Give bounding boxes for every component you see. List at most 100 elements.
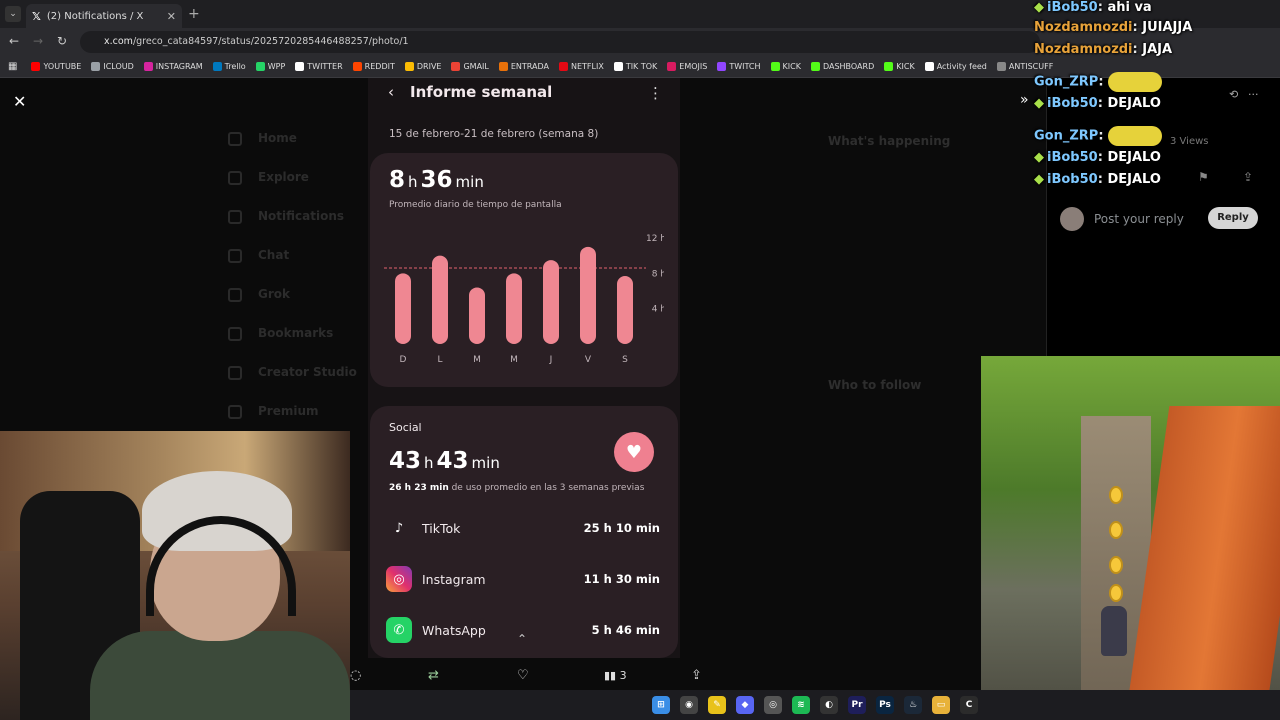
bookmark-item[interactable]: TIK TOK bbox=[613, 62, 657, 71]
chat-text: DEJALO bbox=[1107, 150, 1161, 165]
bookmark-favicon-icon bbox=[451, 62, 461, 71]
y-tick-label: 12 h bbox=[646, 234, 664, 244]
bookmark-item[interactable]: YOUTUBE bbox=[31, 62, 81, 71]
scroll-up-icon[interactable]: ⌃ bbox=[517, 632, 527, 646]
chat-username: Gon_ZRP bbox=[1034, 128, 1099, 144]
sidebar-item[interactable]: Explore bbox=[258, 170, 309, 184]
bookmark-item[interactable]: Trello bbox=[212, 62, 246, 71]
ccleaner-icon[interactable]: C bbox=[960, 696, 978, 714]
app-row-tiktok[interactable]: ♪ TikTok 25 h 10 min bbox=[386, 515, 660, 541]
reply-button[interactable]: Reply bbox=[1208, 207, 1258, 229]
views-button[interactable]: ▮▮ 3 bbox=[604, 669, 627, 682]
repost-icon[interactable]: ⇄ bbox=[428, 668, 439, 683]
sidebar-item[interactable]: Creator Studio bbox=[258, 365, 357, 379]
bookmark-item[interactable]: REDDIT bbox=[352, 62, 395, 71]
x-tick-label: L bbox=[437, 355, 442, 365]
chat-separator: : bbox=[1097, 96, 1108, 111]
bookmark-icon[interactable]: ⚑ bbox=[1198, 170, 1209, 184]
bookmark-item[interactable]: KICK bbox=[884, 62, 915, 71]
reply-input[interactable]: Post your reply bbox=[1094, 212, 1184, 226]
bookmark-item[interactable]: WPP bbox=[255, 62, 285, 71]
close-icon[interactable]: ✕ bbox=[13, 92, 26, 111]
app-name: WhatsApp bbox=[422, 622, 486, 638]
close-tab-icon[interactable]: ✕ bbox=[167, 10, 176, 23]
share-icon[interactable]: ⇪ bbox=[691, 668, 702, 683]
share-icon-panel[interactable]: ⇪ bbox=[1243, 170, 1253, 184]
person-shirt bbox=[90, 631, 350, 720]
back-arrow-icon[interactable]: ‹ bbox=[388, 83, 394, 101]
more-options-icon[interactable]: ⋮ bbox=[648, 84, 663, 102]
obs-icon[interactable]: ◐ bbox=[820, 696, 838, 714]
bookmark-item[interactable]: EMOJIS bbox=[667, 62, 707, 71]
bookmark-item[interactable]: Activity feed bbox=[924, 62, 987, 71]
bookmark-item[interactable]: GMAIL bbox=[451, 62, 489, 71]
bookmark-item[interactable]: INSTAGRAM bbox=[143, 62, 203, 71]
file-explorer-icon[interactable]: ▭ bbox=[932, 696, 950, 714]
sidebar-item[interactable]: Bookmarks bbox=[258, 326, 333, 340]
bookmark-label: TWITCH bbox=[729, 62, 761, 71]
app-row-instagram[interactable]: ◎ Instagram 11 h 30 min bbox=[386, 566, 660, 592]
sticky-notes-icon[interactable]: ✎ bbox=[708, 696, 726, 714]
bookmark-item[interactable]: ENTRADA bbox=[498, 62, 549, 71]
forward-icon[interactable]: → bbox=[33, 34, 43, 48]
bookmark-item[interactable]: DASHBOARD bbox=[810, 62, 874, 71]
tab-search-button[interactable]: ⌄ bbox=[5, 6, 21, 22]
bar-4 bbox=[543, 260, 559, 344]
app-icon[interactable]: ◎ bbox=[764, 696, 782, 714]
chat-username: Gon_ZRP bbox=[1034, 74, 1099, 90]
coin bbox=[1109, 556, 1123, 574]
more-icon[interactable]: ··· bbox=[1248, 88, 1259, 101]
reply-icon[interactable]: ◌ bbox=[350, 668, 361, 683]
sidebar-item[interactable]: Premium bbox=[258, 404, 319, 418]
apps-grid-icon[interactable]: ▦ bbox=[8, 61, 17, 72]
expand-panel-icon[interactable]: » bbox=[1020, 92, 1029, 108]
bookmark-favicon-icon bbox=[667, 62, 677, 71]
diamond-badge-icon: ◆ bbox=[1034, 96, 1044, 111]
daily-caption: Promedio diario de tiempo de pantalla bbox=[389, 200, 562, 210]
discord-icon[interactable]: ◆ bbox=[736, 696, 754, 714]
bookmark-item[interactable]: ANTISCUFF bbox=[996, 62, 1053, 71]
sidebar-item[interactable]: Home bbox=[258, 131, 297, 145]
social-card: Social ♥ 43 h 43 min 26 h 23 min de uso pro… bbox=[370, 406, 678, 658]
bookmark-item[interactable]: ICLOUD bbox=[91, 62, 134, 71]
chat-message: ◆ iBob50: DEJALO bbox=[1034, 96, 1161, 111]
bookmark-label: EMOJIS bbox=[679, 62, 708, 71]
app-time: 5 h 46 min bbox=[591, 623, 660, 637]
bookmark-item[interactable]: NETFLIX bbox=[558, 62, 604, 71]
bookmark-item[interactable]: TWITTER bbox=[295, 62, 343, 71]
chat-text: JAJA bbox=[1142, 42, 1173, 57]
bookmark-favicon-icon bbox=[404, 62, 414, 71]
tab-notifications[interactable]: 𝕏 (2) Notifications / X ✕ bbox=[26, 4, 182, 28]
back-icon[interactable]: ← bbox=[9, 34, 19, 48]
bookmark-item[interactable]: KICK bbox=[770, 62, 801, 71]
new-tab-button[interactable]: + bbox=[188, 6, 200, 22]
sidebar-item[interactable]: Grok bbox=[258, 287, 290, 301]
chat-separator: : bbox=[1098, 128, 1109, 144]
windows-start-icon[interactable]: ⊞ bbox=[652, 696, 670, 714]
premiere-icon[interactable]: Pr bbox=[848, 696, 866, 714]
spotify-icon[interactable]: ≋ bbox=[792, 696, 810, 714]
steam-icon[interactable]: ♨ bbox=[904, 696, 922, 714]
chat-message: Gon_ZRP: bbox=[1034, 126, 1163, 146]
bookmark-favicon-icon bbox=[558, 62, 568, 71]
bar-6 bbox=[617, 275, 633, 344]
photoshop-icon[interactable]: Ps bbox=[876, 696, 894, 714]
like-icon[interactable]: ♡ bbox=[517, 668, 529, 683]
grok-icon[interactable]: ⟲ bbox=[1229, 88, 1238, 101]
url-path: /greco_cata84597/status/2025720285446488… bbox=[132, 36, 409, 47]
reload-icon[interactable]: ↻ bbox=[57, 34, 67, 48]
chrome-icon[interactable]: ◉ bbox=[680, 696, 698, 714]
chat-username: Nozdamnozdi bbox=[1034, 20, 1133, 35]
coin bbox=[1109, 521, 1123, 539]
url-field[interactable]: x.com/greco_cata84597/status/20257202854… bbox=[80, 31, 1040, 53]
social-min-unit: min bbox=[471, 454, 500, 472]
sidebar-item[interactable]: Notifications bbox=[258, 209, 344, 223]
sidebar-item[interactable]: Chat bbox=[258, 248, 289, 262]
bookmark-item[interactable]: TWITCH bbox=[717, 62, 761, 71]
x-tick-label: J bbox=[549, 355, 553, 365]
x-tick-label: S bbox=[622, 355, 628, 365]
bar-1 bbox=[432, 255, 448, 344]
bookmark-label: INSTAGRAM bbox=[155, 62, 203, 71]
report-header: ‹ Informe semanal bbox=[388, 83, 552, 101]
bookmark-item[interactable]: DRIVE bbox=[404, 62, 441, 71]
